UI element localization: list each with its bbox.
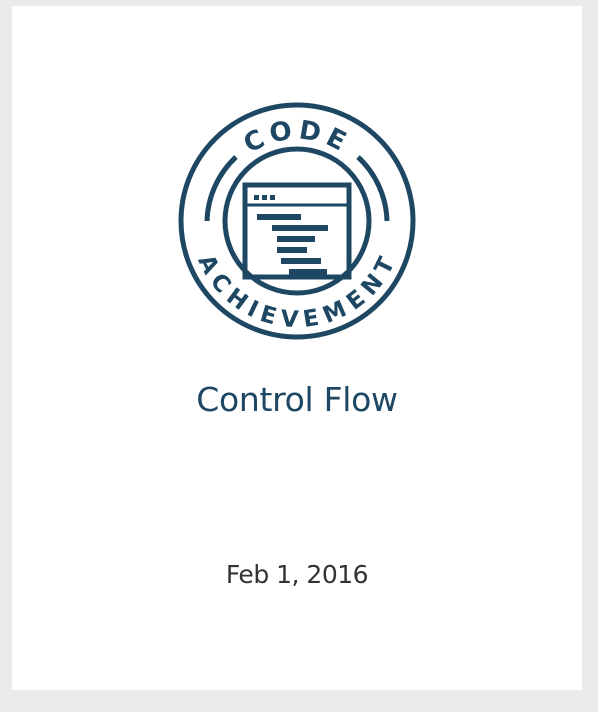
achievement-date: Feb 1, 2016	[225, 560, 369, 589]
achievement-card: CODE ACHIEVEMENT Control Flow Feb 1, 201…	[12, 6, 582, 690]
code-window-icon	[242, 182, 352, 280]
achievement-title: Control Flow	[196, 380, 398, 419]
badge-emblem: CODE ACHIEVEMENT	[178, 102, 416, 340]
code-achievement-badge: CODE ACHIEVEMENT	[177, 101, 417, 341]
badge-top-text: CODE	[239, 115, 355, 159]
